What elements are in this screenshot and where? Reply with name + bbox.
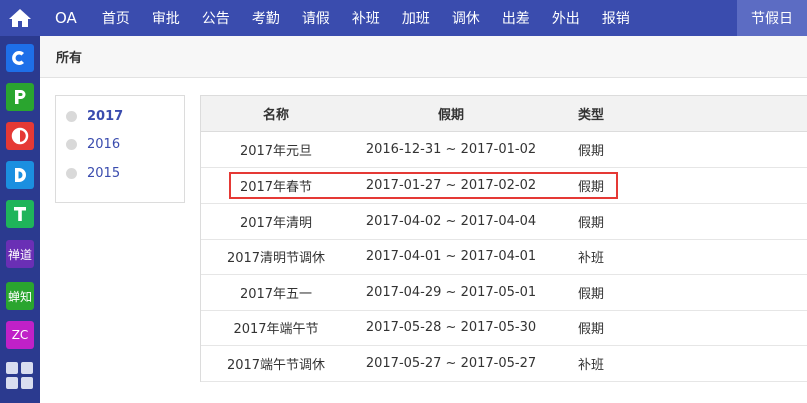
d-letter-icon xyxy=(15,168,26,182)
cell-period: 2017-01-27 ~ 2017-02-02 xyxy=(365,178,537,193)
bullet-icon xyxy=(66,138,77,150)
home-icon xyxy=(9,9,31,27)
app-chandao-button[interactable]: 禅道 xyxy=(6,240,34,268)
nav-item-overtime[interactable]: 加班 xyxy=(391,0,441,36)
app-t-button[interactable] xyxy=(6,200,34,228)
cell-type: 假期 xyxy=(577,144,604,159)
table-row[interactable]: 2017年元旦 2016-12-31 ~ 2017-01-02 假期 xyxy=(201,132,807,168)
nav-item-leave[interactable]: 请假 xyxy=(291,0,341,36)
year-item-2016[interactable]: 2016 xyxy=(66,134,120,154)
cell-period: 2017-04-01 ~ 2017-04-01 xyxy=(365,249,537,264)
cell-period: 2016-12-31 ~ 2017-01-02 xyxy=(365,142,537,157)
table-row[interactable]: 2017年端午节 2017-05-28 ~ 2017-05-30 假期 xyxy=(201,310,807,346)
bullet-icon xyxy=(66,167,77,179)
year-label: 2015 xyxy=(87,165,121,181)
cell-type: 补班 xyxy=(577,358,604,373)
cell-type: 假期 xyxy=(577,216,604,231)
app-rail: 禅道 蝉知 ZC xyxy=(0,0,40,403)
cell-name: 2017年五一 xyxy=(239,287,313,302)
nav-item-approval[interactable]: 审批 xyxy=(141,0,191,36)
app-d-button[interactable] xyxy=(6,161,34,189)
home-button[interactable] xyxy=(0,0,40,36)
cell-type: 假期 xyxy=(577,180,604,195)
app-c-button[interactable] xyxy=(6,44,34,72)
cell-type: 补班 xyxy=(577,251,604,266)
cell-name: 2017年清明 xyxy=(239,216,313,231)
cell-type: 假期 xyxy=(577,287,604,302)
sub-header: 所有 xyxy=(40,36,807,78)
cell-period: 2017-05-28 ~ 2017-05-30 xyxy=(365,320,537,335)
filter-all[interactable]: 所有 xyxy=(40,47,82,66)
table-header: 名称 假期 类型 xyxy=(201,96,807,132)
top-nav: OA 首页 审批 公告 考勤 请假 补班 加班 调休 出差 外出 报销 节假日 xyxy=(40,0,807,36)
nav-item-makeup[interactable]: 补班 xyxy=(341,0,391,36)
cell-name: 2017年元旦 xyxy=(239,144,313,159)
nav-item-lieu[interactable]: 调休 xyxy=(441,0,491,36)
cell-name: 2017清明节调休 xyxy=(226,251,326,266)
column-header-period[interactable]: 假期 xyxy=(351,96,551,131)
table-row[interactable]: 2017年春节 2017-01-27 ~ 2017-02-02 假期 xyxy=(201,168,807,204)
cell-name: 2017年春节 xyxy=(239,180,313,195)
all-apps-grid-icon[interactable] xyxy=(6,362,34,390)
app-chanzhi-button[interactable]: 蝉知 xyxy=(6,282,34,310)
year-list: 2017 2016 2015 xyxy=(55,95,185,203)
table-row[interactable]: 2017年五一 2017-04-29 ~ 2017-05-01 假期 xyxy=(201,275,807,311)
cell-period: 2017-04-02 ~ 2017-04-04 xyxy=(365,214,537,229)
cell-name: 2017年端午节 xyxy=(233,322,319,337)
year-item-2015[interactable]: 2015 xyxy=(66,163,120,183)
nav-item-egress[interactable]: 外出 xyxy=(541,0,591,36)
cell-period: 2017-04-29 ~ 2017-05-01 xyxy=(365,285,537,300)
table-row[interactable]: 2017端午节调休 2017-05-27 ~ 2017-05-27 补班 xyxy=(201,346,807,382)
column-header-type[interactable]: 类型 xyxy=(541,96,641,131)
year-label: 2017 xyxy=(87,108,124,124)
nav-item-reimburse[interactable]: 报销 xyxy=(591,0,641,36)
cell-type: 假期 xyxy=(577,322,604,337)
nav-brand[interactable]: OA xyxy=(40,0,91,36)
cell-name: 2017端午节调休 xyxy=(226,358,326,373)
bullet-icon xyxy=(66,110,77,122)
nav-item-home[interactable]: 首页 xyxy=(91,0,141,36)
table-row[interactable]: 2017清明节调休 2017-04-01 ~ 2017-04-01 补班 xyxy=(201,239,807,275)
year-label: 2016 xyxy=(87,136,121,152)
column-header-name[interactable]: 名称 xyxy=(201,96,351,131)
half-circle-icon xyxy=(11,127,29,145)
app-p-button[interactable] xyxy=(6,83,34,111)
app-half-button[interactable] xyxy=(6,122,34,150)
nav-item-trip[interactable]: 出差 xyxy=(491,0,541,36)
p-letter-icon xyxy=(15,90,26,104)
app-zc-button[interactable]: ZC xyxy=(6,321,34,349)
c-letter-icon xyxy=(12,51,24,65)
nav-item-holiday[interactable]: 节假日 xyxy=(737,0,807,36)
nav-item-attendance[interactable]: 考勤 xyxy=(241,0,291,36)
t-letter-icon xyxy=(14,207,26,221)
cell-period: 2017-05-27 ~ 2017-05-27 xyxy=(365,356,537,371)
holiday-table: 名称 假期 类型 2017年元旦 2016-12-31 ~ 2017-01-02… xyxy=(200,95,807,382)
nav-item-notice[interactable]: 公告 xyxy=(191,0,241,36)
table-row[interactable]: 2017年清明 2017-04-02 ~ 2017-04-04 假期 xyxy=(201,204,807,240)
year-item-2017[interactable]: 2017 xyxy=(66,106,123,126)
